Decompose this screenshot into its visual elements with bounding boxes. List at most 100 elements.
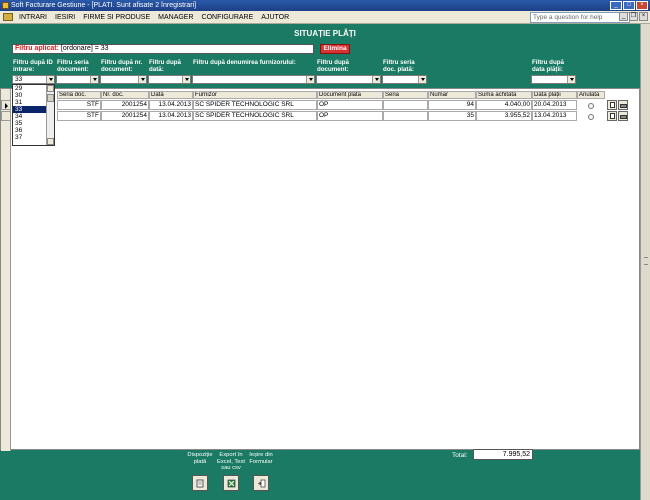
id-intrare-dropdown-list[interactable]: 29 30 31 33 34 35 36 37 — [12, 84, 55, 146]
view-document-button[interactable] — [607, 100, 617, 110]
table-cell[interactable]: 2001254 — [101, 100, 149, 110]
view-document-button[interactable] — [607, 111, 617, 121]
filter-data-label: Filtru după dată: — [149, 59, 181, 73]
filter-nr-doc-label: Filtru după nr. document: — [101, 59, 143, 73]
table-cell[interactable]: STF — [57, 111, 101, 121]
filter-furnizor-label: Filtru după denumirea furnizorului: — [193, 59, 296, 66]
menu-ajutor[interactable]: AJUTOR — [257, 11, 293, 24]
vertical-scrollbar[interactable] — [640, 24, 650, 500]
doc-close-button[interactable]: × — [639, 12, 648, 21]
doc-restore-button[interactable]: ❐ — [629, 12, 638, 21]
chevron-down-icon[interactable] — [138, 76, 146, 83]
export-label: Export în Excel, Text sau csv — [217, 452, 245, 471]
row-selector-column — [1, 89, 11, 451]
printer-icon — [620, 104, 627, 108]
window-controls: _ □ × — [610, 1, 648, 10]
table-cell[interactable]: OP — [317, 111, 383, 121]
col-header-nr-doc[interactable]: Nr. doc. — [101, 91, 149, 99]
app-icon — [2, 2, 9, 9]
chevron-down-icon[interactable] — [567, 76, 575, 83]
remove-filter-button[interactable]: Elimina — [320, 44, 350, 54]
chevron-down-icon[interactable] — [306, 76, 314, 83]
table-cell[interactable]: 20.04.2013 — [532, 100, 577, 110]
filter-data-plata-combo[interactable] — [531, 75, 576, 84]
filter-data-plata-label: Filtru după data plății: — [532, 59, 564, 73]
scroll-thumb[interactable] — [47, 94, 54, 102]
table-cell[interactable]: 4.040,00 — [476, 100, 532, 110]
chevron-down-icon[interactable] — [182, 76, 190, 83]
chevron-down-icon[interactable] — [46, 76, 54, 83]
export-excel-icon — [227, 479, 236, 488]
print-button[interactable] — [618, 111, 628, 121]
close-button[interactable]: × — [636, 1, 648, 10]
table-cell[interactable]: 13.04.2013 — [149, 100, 193, 110]
col-header-anulata[interactable]: Anulată — [577, 91, 605, 99]
help-search-input[interactable]: Type a question for help — [530, 12, 630, 23]
document-icon — [610, 102, 615, 108]
col-header-data-platii[interactable]: Data plății — [532, 91, 577, 99]
total-label: Total: — [452, 452, 468, 459]
minimize-button[interactable]: _ — [610, 1, 622, 10]
anulata-checkbox[interactable] — [588, 103, 594, 109]
table-cell[interactable]: SC SPIDER TECHNOLOGIC SRL — [193, 111, 317, 121]
export-button[interactable] — [223, 475, 239, 491]
table-cell[interactable]: STF — [57, 100, 101, 110]
filter-document-combo[interactable] — [316, 75, 381, 84]
table-cell[interactable]: 35 — [428, 111, 476, 121]
scroll-up-icon[interactable] — [47, 85, 54, 92]
chevron-down-icon[interactable] — [418, 76, 426, 83]
table-cell[interactable]: 94 — [428, 100, 476, 110]
filter-seria-doc-label: Filtru seria document: — [57, 59, 89, 73]
document-controls: _ ❐ × — [619, 12, 648, 21]
col-header-seria-doc[interactable]: Seria doc. — [57, 91, 101, 99]
title-bar: Soft Facturare Gestiune - [PLATI. Sunt a… — [0, 0, 650, 11]
print-button[interactable] — [618, 100, 628, 110]
filter-id-intrare-label: Filtru după ID intrare: — [13, 59, 53, 73]
page-title: SITUAȚIE PLĂȚI — [294, 29, 356, 38]
filter-id-intrare-combo[interactable]: 33 — [12, 75, 55, 84]
table-cell[interactable]: SC SPIDER TECHNOLOGIC SRL — [193, 100, 317, 110]
maximize-button[interactable]: □ — [623, 1, 635, 10]
scroll-down-icon[interactable] — [47, 138, 54, 145]
dropdown-scrollbar[interactable] — [46, 85, 54, 145]
exit-icon — [258, 479, 266, 488]
anulata-checkbox[interactable] — [588, 114, 594, 120]
filter-seria-plata-combo[interactable] — [382, 75, 427, 84]
menu-configurare[interactable]: CONFIGURARE — [198, 11, 258, 24]
col-header-seria[interactable]: Seria — [383, 91, 428, 99]
total-value: 7.995,52 — [473, 449, 533, 460]
menu-firme-si-produse[interactable]: FIRME SI PRODUSE — [79, 11, 154, 24]
exit-form-button[interactable] — [253, 475, 269, 491]
filter-nr-doc-combo[interactable] — [100, 75, 147, 84]
table-cell[interactable]: 3.955,52 — [476, 111, 532, 121]
table-cell[interactable]: 13.04.2013 — [532, 111, 577, 121]
chevron-down-icon[interactable] — [372, 76, 380, 83]
menu-manager[interactable]: MANAGER — [154, 11, 197, 24]
col-header-suma-achitata[interactable]: Suma achitată — [476, 91, 532, 99]
menu-intrari[interactable]: INTRARI — [15, 11, 51, 24]
dispozitie-plata-button[interactable] — [192, 475, 208, 491]
col-header-document-plata[interactable]: Document plată — [317, 91, 383, 99]
row-selector-current[interactable] — [1, 100, 11, 110]
table-cell[interactable]: OP — [317, 100, 383, 110]
chevron-down-icon[interactable] — [90, 76, 98, 83]
row-selector[interactable] — [1, 111, 11, 121]
menu-iesiri[interactable]: IESIRI — [51, 11, 79, 24]
filter-document-label: Filtru după document: — [317, 59, 349, 73]
table-cell[interactable] — [383, 111, 428, 121]
col-header-furnizor[interactable]: Furnizor — [193, 91, 317, 99]
applied-filter-box: Filtru aplicat: [ordonare] = 33 — [12, 44, 314, 54]
doc-minimize-button[interactable]: _ — [619, 12, 628, 21]
table-cell[interactable]: 13.04.2013 — [149, 111, 193, 121]
scroll-grip[interactable] — [644, 257, 648, 265]
filter-seria-doc-combo[interactable] — [56, 75, 99, 84]
payments-grid: Seria doc. Nr. doc. Data Furnizor Docume… — [0, 88, 640, 451]
menu-bar: INTRARI IESIRI FIRME SI PRODUSE MANAGER … — [0, 11, 650, 24]
table-cell[interactable] — [383, 100, 428, 110]
filter-data-combo[interactable] — [148, 75, 191, 84]
filter-furnizor-combo[interactable] — [192, 75, 315, 84]
col-header-numar[interactable]: Număr — [428, 91, 476, 99]
filter-seria-plata-label: Filtru seria doc. plată: — [383, 59, 415, 73]
col-header-data[interactable]: Data — [149, 91, 193, 99]
table-cell[interactable]: 2001254 — [101, 111, 149, 121]
